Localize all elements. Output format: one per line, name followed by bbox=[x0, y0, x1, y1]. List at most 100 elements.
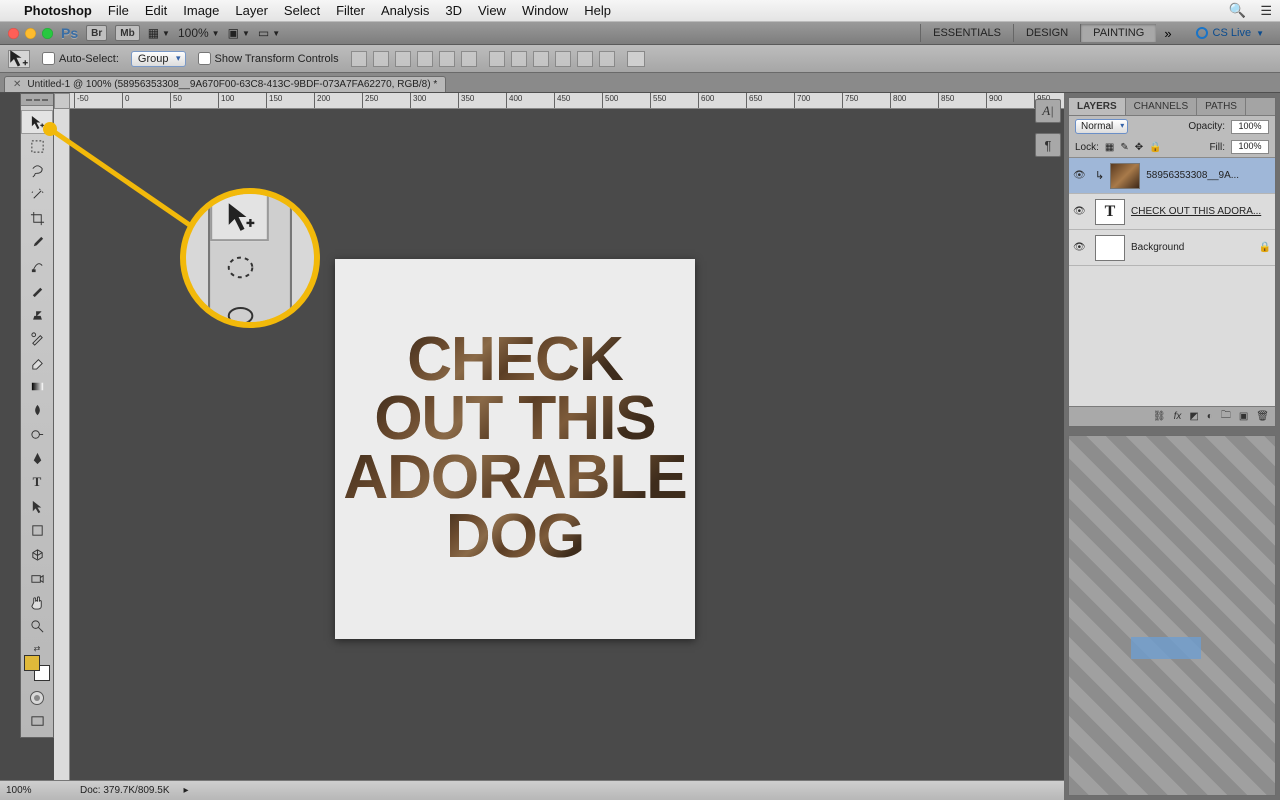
layer-thumbnail[interactable] bbox=[1095, 235, 1125, 261]
shape-tool[interactable] bbox=[21, 518, 53, 542]
workspace-essentials[interactable]: ESSENTIALS bbox=[920, 24, 1013, 42]
menu-filter[interactable]: Filter bbox=[336, 3, 365, 18]
document-canvas[interactable]: CHECK OUT THIS ADORABLE DOG bbox=[335, 259, 695, 639]
path-selection-tool[interactable] bbox=[21, 494, 53, 518]
menu-layer[interactable]: Layer bbox=[235, 3, 268, 18]
delete-layer-icon[interactable]: 🗑 bbox=[1256, 411, 1269, 422]
navigator-view-box[interactable] bbox=[1131, 637, 1201, 659]
layers-tab[interactable]: LAYERS bbox=[1069, 98, 1126, 115]
bridge-launch-button[interactable]: Br bbox=[86, 25, 107, 41]
quick-mask-toggle[interactable] bbox=[30, 691, 44, 705]
layer-row[interactable]: 👁 T CHECK OUT THIS ADORA... bbox=[1069, 194, 1275, 230]
menu-3d[interactable]: 3D bbox=[445, 3, 462, 18]
foreground-background-swatch[interactable] bbox=[24, 655, 50, 681]
layer-row[interactable]: 👁 ↳ 58956353308__9A... bbox=[1069, 158, 1275, 194]
gradient-tool[interactable] bbox=[21, 374, 53, 398]
distribute-right-button[interactable] bbox=[599, 51, 615, 67]
layer-visibility-icon[interactable]: 👁 bbox=[1073, 170, 1089, 181]
3d-tool[interactable] bbox=[21, 542, 53, 566]
menu-help[interactable]: Help bbox=[584, 3, 611, 18]
marquee-tool[interactable] bbox=[21, 134, 53, 158]
distribute-vcenter-button[interactable] bbox=[511, 51, 527, 67]
auto-select-checkbox[interactable]: Auto-Select: bbox=[42, 52, 119, 65]
pen-tool[interactable] bbox=[21, 446, 53, 470]
menu-edit[interactable]: Edit bbox=[145, 3, 167, 18]
layer-thumbnail[interactable]: T bbox=[1095, 199, 1125, 225]
crop-tool[interactable] bbox=[21, 206, 53, 230]
tools-panel-grip[interactable] bbox=[21, 94, 53, 106]
document-tab[interactable]: ✕ Untitled-1 @ 100% (58956353308__9A670F… bbox=[4, 76, 446, 92]
layer-name[interactable]: CHECK OUT THIS ADORA... bbox=[1131, 206, 1271, 217]
magic-wand-tool[interactable] bbox=[21, 182, 53, 206]
blend-mode-dropdown[interactable]: Normal bbox=[1075, 119, 1128, 134]
lock-position-icon[interactable]: ✥ bbox=[1135, 142, 1143, 153]
workspace-painting[interactable]: PAINTING bbox=[1080, 24, 1156, 42]
swap-colors-icon[interactable]: ⇄ bbox=[34, 644, 41, 653]
status-zoom-field[interactable]: 100% bbox=[6, 785, 66, 796]
menu-extras-icon[interactable]: ☰ bbox=[1260, 3, 1272, 19]
3d-camera-tool[interactable] bbox=[21, 566, 53, 590]
menu-view[interactable]: View bbox=[478, 3, 506, 18]
layer-style-icon[interactable]: fx bbox=[1174, 411, 1182, 422]
brush-tool[interactable] bbox=[21, 278, 53, 302]
app-menu[interactable]: Photoshop bbox=[24, 3, 92, 18]
layer-row[interactable]: 👁 Background 🔒 bbox=[1069, 230, 1275, 266]
menu-image[interactable]: Image bbox=[183, 3, 219, 18]
layer-name[interactable]: 58956353308__9A... bbox=[1146, 170, 1271, 181]
distribute-top-button[interactable] bbox=[489, 51, 505, 67]
move-tool[interactable] bbox=[21, 110, 53, 134]
menu-file[interactable]: File bbox=[108, 3, 129, 18]
menu-window[interactable]: Window bbox=[522, 3, 568, 18]
adjustment-layer-icon[interactable]: ◐ bbox=[1207, 411, 1213, 422]
foreground-color-swatch[interactable] bbox=[24, 655, 40, 671]
minibridge-launch-button[interactable]: Mb bbox=[115, 25, 139, 41]
lock-all-icon[interactable]: 🔒 bbox=[1149, 142, 1161, 153]
window-zoom-button[interactable] bbox=[42, 28, 53, 39]
healing-brush-tool[interactable] bbox=[21, 254, 53, 278]
arrange-documents-dropdown[interactable]: ▣▼ bbox=[228, 26, 250, 40]
link-layers-icon[interactable]: ⛓ bbox=[1153, 411, 1166, 422]
zoom-tool[interactable] bbox=[21, 614, 53, 638]
navigator-panel[interactable] bbox=[1068, 435, 1276, 796]
history-brush-tool[interactable] bbox=[21, 326, 53, 350]
screen-mode-button[interactable] bbox=[21, 709, 53, 733]
menu-select[interactable]: Select bbox=[284, 3, 320, 18]
new-layer-icon[interactable]: ▣ bbox=[1239, 411, 1248, 422]
window-minimize-button[interactable] bbox=[25, 28, 36, 39]
align-left-button[interactable] bbox=[417, 51, 433, 67]
eyedropper-tool[interactable] bbox=[21, 230, 53, 254]
status-doc-info[interactable]: Doc: 379.7K/809.5K bbox=[80, 785, 170, 796]
align-hcenter-button[interactable] bbox=[439, 51, 455, 67]
fill-input[interactable]: 100% bbox=[1231, 140, 1269, 154]
distribute-left-button[interactable] bbox=[555, 51, 571, 67]
show-transform-checkbox[interactable]: Show Transform Controls bbox=[198, 52, 339, 65]
lasso-tool[interactable] bbox=[21, 158, 53, 182]
channels-tab[interactable]: CHANNELS bbox=[1126, 98, 1197, 115]
align-vcenter-button[interactable] bbox=[373, 51, 389, 67]
view-extras-dropdown[interactable]: ▦▼ bbox=[148, 26, 170, 40]
opacity-input[interactable]: 100% bbox=[1231, 120, 1269, 134]
layer-visibility-icon[interactable]: 👁 bbox=[1073, 206, 1089, 217]
distribute-bottom-button[interactable] bbox=[533, 51, 549, 67]
distribute-hcenter-button[interactable] bbox=[577, 51, 593, 67]
ruler-origin[interactable] bbox=[54, 93, 70, 109]
screen-mode-dropdown[interactable]: ▭▼ bbox=[258, 26, 280, 40]
workspace-more-button[interactable]: » bbox=[1156, 26, 1179, 41]
character-panel-icon[interactable]: A| bbox=[1035, 99, 1061, 123]
layer-visibility-icon[interactable]: 👁 bbox=[1073, 242, 1089, 253]
lock-pixels-icon[interactable]: ✎ bbox=[1120, 142, 1128, 153]
zoom-level-dropdown[interactable]: 100%▼ bbox=[178, 26, 220, 40]
vertical-ruler[interactable] bbox=[54, 109, 70, 780]
auto-select-target-dropdown[interactable]: Group bbox=[131, 51, 186, 67]
window-close-button[interactable] bbox=[8, 28, 19, 39]
eraser-tool[interactable] bbox=[21, 350, 53, 374]
blur-tool[interactable] bbox=[21, 398, 53, 422]
horizontal-ruler[interactable]: -500501001502002503003504004505005506006… bbox=[54, 93, 1064, 109]
layer-thumbnail[interactable] bbox=[1110, 163, 1140, 189]
layer-group-icon[interactable]: 🗀 bbox=[1221, 408, 1231, 425]
menu-analysis[interactable]: Analysis bbox=[381, 3, 429, 18]
lock-transparency-icon[interactable]: ▦ bbox=[1105, 142, 1114, 153]
auto-align-button[interactable] bbox=[627, 51, 645, 67]
align-top-button[interactable] bbox=[351, 51, 367, 67]
spotlight-icon[interactable]: 🔍 bbox=[1229, 2, 1246, 19]
